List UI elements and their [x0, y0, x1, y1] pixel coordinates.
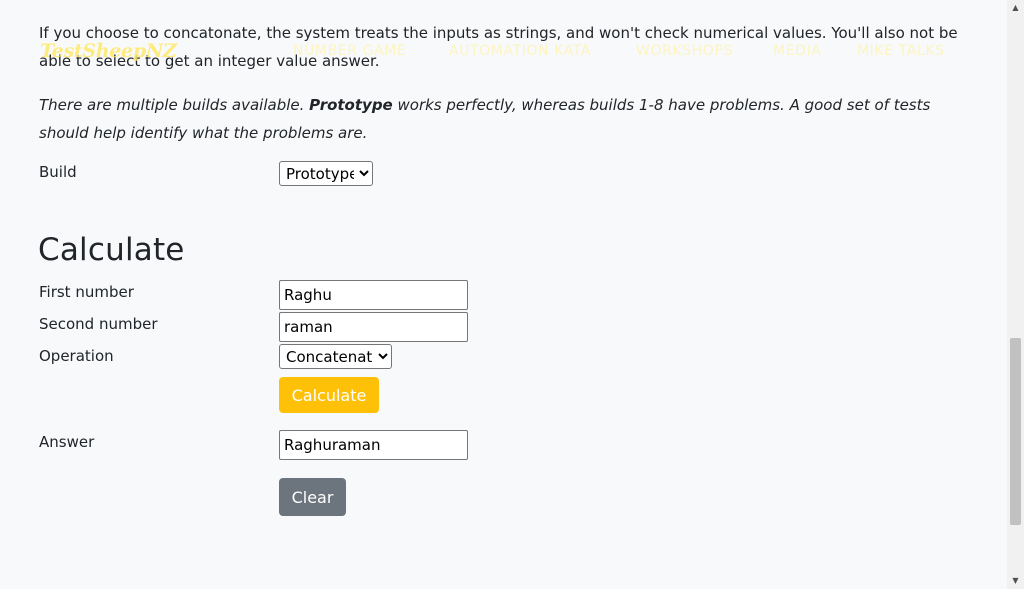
nav-workshops[interactable]: WORKSHOPS — [636, 43, 733, 59]
nav-number-game[interactable]: NUMBER GAME — [293, 43, 406, 59]
builds-note-bold: Prototype — [309, 96, 393, 114]
calculate-button[interactable]: Calculate — [279, 377, 379, 413]
first-number-label: First number — [39, 283, 134, 301]
first-number-input[interactable] — [279, 280, 468, 310]
calculate-heading: Calculate — [38, 232, 185, 268]
second-number-label: Second number — [39, 315, 158, 333]
second-number-input[interactable] — [279, 312, 468, 342]
nav-automation-kata[interactable]: AUTOMATION KATA — [449, 43, 591, 59]
scroll-up-arrow-icon[interactable]: ▲ — [1007, 0, 1024, 16]
scrollbar-thumb[interactable] — [1010, 338, 1021, 525]
nav-media[interactable]: MEDIA — [773, 43, 821, 59]
operation-label: Operation — [39, 347, 114, 365]
build-select[interactable]: Prototype — [279, 161, 373, 186]
nav-mike-talks[interactable]: MIKE TALKS — [857, 43, 945, 59]
operation-select[interactable]: Concatenate — [279, 344, 392, 369]
answer-field[interactable] — [279, 430, 468, 460]
builds-note: There are multiple builds available. Pro… — [39, 91, 979, 147]
clear-button[interactable]: Clear — [279, 478, 346, 516]
page: If you choose to concatonate, the system… — [0, 0, 1007, 589]
scroll-down-arrow-icon[interactable]: ▼ — [1007, 573, 1024, 589]
site-logo[interactable]: TestSheepNZ — [40, 40, 177, 62]
build-label: Build — [39, 163, 77, 181]
builds-note-pre: There are multiple builds available. — [39, 96, 310, 114]
answer-label: Answer — [39, 433, 95, 451]
vertical-scrollbar[interactable]: ▲ ▼ — [1007, 0, 1024, 589]
navbar: TestSheepNZ NUMBER GAME AUTOMATION KATA … — [0, 30, 1007, 72]
